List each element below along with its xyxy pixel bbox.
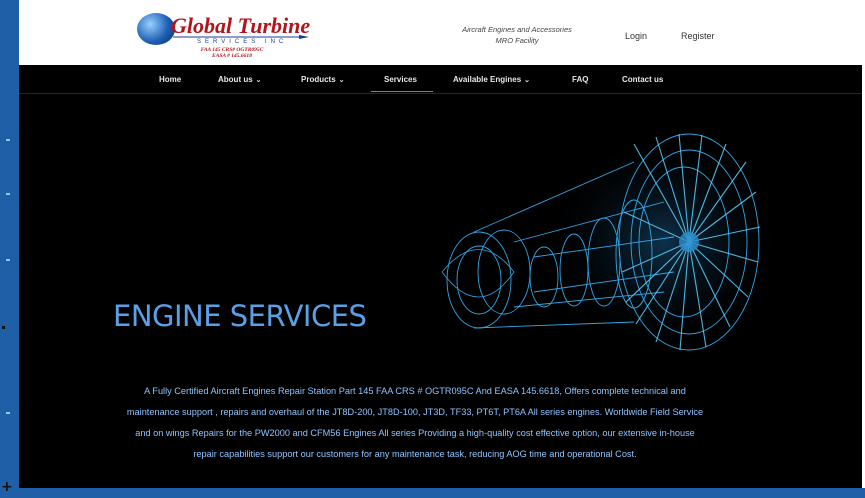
- nav-label: Home: [159, 75, 182, 84]
- chevron-down-icon: ⌄: [338, 77, 345, 84]
- window-frame-left: [0, 0, 19, 498]
- hero-title: ENGINE SERVICES: [113, 299, 367, 333]
- chevron-down-icon: ⌄: [255, 77, 262, 84]
- nav-label: Services: [384, 75, 417, 84]
- turbine-engine-illustration: [441, 132, 779, 352]
- frame-marker: [6, 193, 10, 195]
- tagline-line: Aircraft Engines and Accessories: [462, 25, 572, 34]
- nav-about-us[interactable]: About us ⌄: [218, 75, 262, 84]
- main-navigation: Home About us ⌄ Products ⌄ Services Availa…: [19, 65, 862, 94]
- nav-active-indicator: [371, 91, 433, 92]
- logo-subtitle: SERVICES INC: [197, 39, 288, 45]
- logo-brand: Global Turbine: [171, 13, 311, 38]
- globe-icon: [137, 13, 175, 45]
- frame-marker: [6, 412, 10, 414]
- window-frame-bottom: [0, 488, 865, 498]
- nav-faq[interactable]: FAQ: [572, 75, 588, 84]
- header-tagline: Aircraft Engines and Accessories MRO Fac…: [447, 24, 587, 46]
- nav-available-engines[interactable]: Available Engines ⌄: [453, 75, 530, 84]
- hero-description-line: and on wings Repairs for the PW2000 and …: [135, 428, 695, 438]
- register-link[interactable]: Register: [681, 31, 715, 41]
- nav-label: FAQ: [572, 75, 589, 84]
- crosshair-cursor-icon: +: [1, 479, 13, 495]
- nav-label: Contact us: [622, 75, 664, 84]
- site-header: Global Turbine SERVICES INC FAA 145 CRS#…: [19, 9, 862, 65]
- hero-description-line: maintenance support , repairs and overha…: [126, 407, 704, 417]
- cursor-dot: [2, 326, 5, 329]
- login-link[interactable]: Login: [625, 31, 647, 41]
- chevron-down-icon: ⌄: [524, 77, 531, 84]
- nav-label: About us: [218, 75, 253, 84]
- nav-home[interactable]: Home: [159, 75, 181, 84]
- site-logo[interactable]: Global Turbine SERVICES INC FAA 145 CRS#…: [137, 11, 312, 63]
- web-page: Global Turbine SERVICES INC FAA 145 CRS#…: [19, 9, 862, 488]
- nav-label: Available Engines: [453, 75, 522, 84]
- hero-section: ENGINE SERVICES A Fully Certified Aircra…: [19, 94, 862, 488]
- nav-label: Products: [301, 75, 336, 84]
- logo-certifications: FAA 145 CRS# OGTR095C EASA # 145.6618: [187, 47, 277, 59]
- frame-marker: [6, 259, 10, 261]
- nav-services[interactable]: Services: [384, 75, 417, 84]
- nav-contact-us[interactable]: Contact us: [622, 75, 663, 84]
- hero-description: A Fully Certified Aircraft Engines Repai…: [45, 381, 785, 465]
- hero-description-line: repair capabilities support our customer…: [193, 449, 637, 459]
- frame-marker: [6, 139, 10, 141]
- tagline-line: MRO Facility: [495, 36, 539, 45]
- hero-description-line: A Fully Certified Aircraft Engines Repai…: [144, 386, 686, 396]
- nav-products[interactable]: Products ⌄: [301, 75, 345, 84]
- logo-cert-easa: EASA # 145.6618: [212, 53, 252, 59]
